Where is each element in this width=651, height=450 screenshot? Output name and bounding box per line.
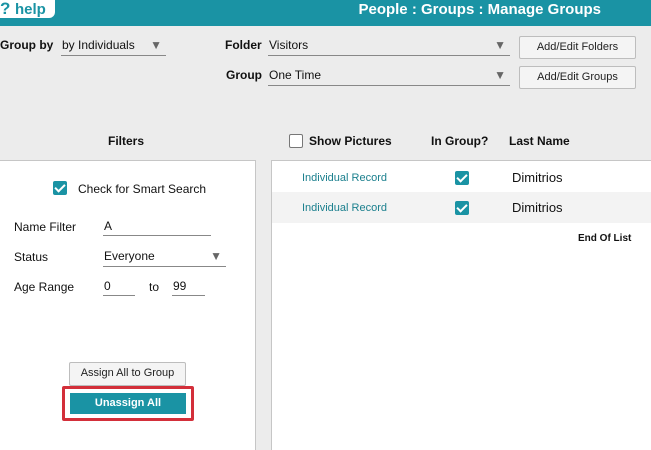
group-by-value: by Individuals: [62, 38, 135, 52]
page-title: People : Groups : Manage Groups: [358, 1, 601, 18]
age-to-label: to: [149, 280, 160, 294]
folder-select[interactable]: Visitors ▼: [268, 36, 510, 56]
last-name-cell: Dimitrios: [512, 200, 563, 215]
top-bar: ? help People : Groups : Manage Groups: [0, 0, 651, 26]
col-header-in-group: In Group?: [431, 134, 489, 148]
age-range-label: Age Range: [14, 280, 75, 294]
smart-search-label: Check for Smart Search: [78, 182, 207, 196]
dropdown-arrow-icon: ▼: [150, 38, 162, 52]
end-of-list-label: End Of List: [578, 233, 632, 244]
folder-label: Folder: [225, 38, 262, 52]
group-by-select[interactable]: by Individuals ▼: [61, 36, 166, 56]
table-row: Individual Record Dimitrios: [272, 192, 651, 223]
name-filter-label: Name Filter: [14, 220, 77, 234]
col-header-last-name[interactable]: Last Name: [509, 134, 570, 148]
help-label: help: [15, 0, 46, 18]
age-from-input[interactable]: 0: [103, 278, 135, 296]
group-select[interactable]: One Time ▼: [268, 66, 510, 86]
unassign-all-button[interactable]: Unassign All: [70, 393, 186, 414]
smart-search-checkbox[interactable]: [53, 181, 67, 195]
age-to-input[interactable]: 99: [172, 278, 205, 296]
unassign-all-highlight: Unassign All: [62, 386, 194, 421]
folder-value: Visitors: [269, 38, 309, 52]
dropdown-arrow-icon: ▼: [494, 38, 506, 52]
status-value: Everyone: [104, 249, 155, 263]
table-row: Individual Record Dimitrios: [272, 162, 651, 193]
last-name-cell: Dimitrios: [512, 170, 563, 185]
status-label: Status: [14, 250, 49, 264]
in-group-checkbox[interactable]: [455, 201, 469, 215]
add-edit-groups-button[interactable]: Add/Edit Groups: [519, 66, 636, 89]
results-panel: Individual Record Dimitrios Individual R…: [271, 160, 651, 450]
group-by-label: Group by: [0, 38, 54, 52]
show-pictures-label: Show Pictures: [309, 134, 392, 148]
filters-heading: Filters: [107, 134, 144, 148]
status-select[interactable]: Everyone ▼: [103, 247, 226, 267]
individual-record-link[interactable]: Individual Record: [302, 202, 387, 214]
add-edit-folders-button[interactable]: Add/Edit Folders: [519, 36, 636, 59]
name-filter-input[interactable]: A: [103, 218, 211, 236]
dropdown-arrow-icon: ▼: [494, 68, 506, 82]
dropdown-arrow-icon: ▼: [210, 249, 222, 263]
show-pictures-checkbox[interactable]: [289, 134, 303, 148]
group-value: One Time: [269, 68, 322, 82]
help-button[interactable]: ? help: [0, 0, 55, 18]
question-mark-icon: ?: [0, 0, 11, 18]
in-group-checkbox[interactable]: [455, 171, 469, 185]
group-label: Group: [226, 68, 262, 82]
individual-record-link[interactable]: Individual Record: [302, 172, 387, 184]
assign-all-to-group-button[interactable]: Assign All to Group: [69, 362, 186, 386]
